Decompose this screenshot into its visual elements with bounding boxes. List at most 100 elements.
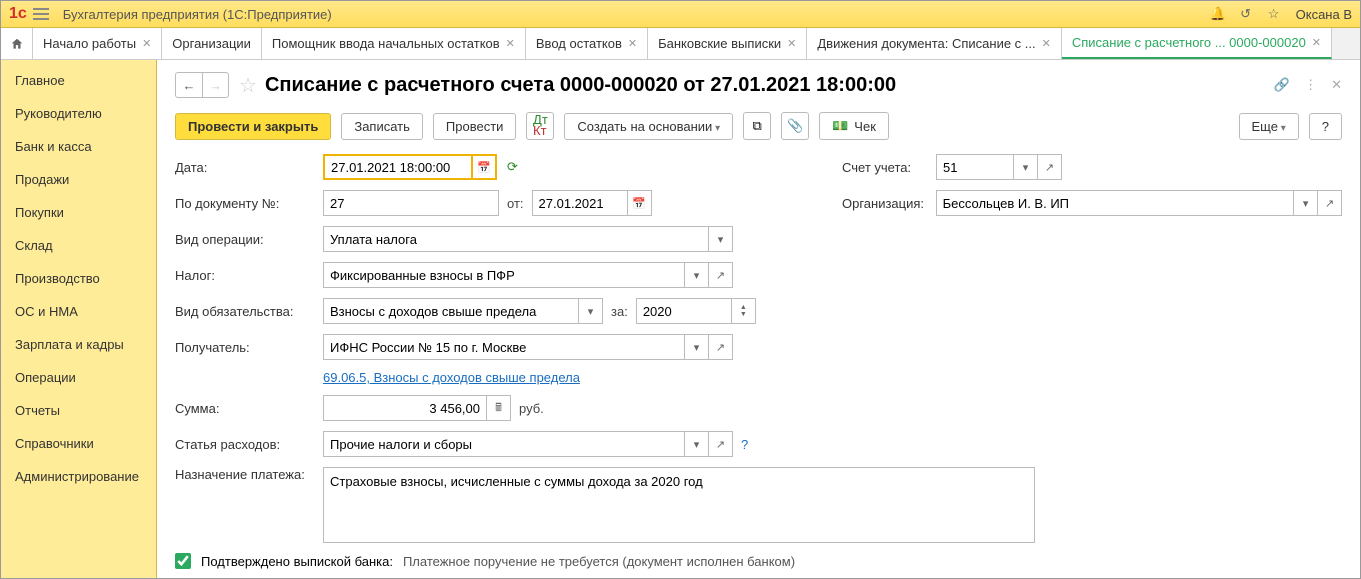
kbk-link[interactable]: 69.06.5, Взносы с доходов свыше предела	[323, 370, 580, 385]
chevron-down-icon[interactable]: ▾	[685, 262, 709, 288]
sidebar-item-purchases[interactable]: Покупки	[1, 196, 156, 229]
open-icon[interactable]: ↗	[709, 262, 733, 288]
page-title: Списание с расчетного счета 0000-000020 …	[265, 74, 1274, 97]
more-icon[interactable]: ⋮	[1304, 77, 1317, 93]
confirmed-label: Подтверждено выпиской банка:	[201, 554, 393, 569]
forward-button: →	[202, 73, 228, 97]
tab-strip: Начало работы✕ Организации Помощник ввод…	[1, 28, 1360, 60]
chevron-down-icon[interactable]: ▾	[685, 334, 709, 360]
burger-icon[interactable]	[33, 8, 49, 20]
purpose-label: Назначение платежа:	[175, 467, 323, 482]
sidebar-item-main[interactable]: Главное	[1, 64, 156, 97]
tab-writeoff[interactable]: Списание с расчетного ... 0000-000020✕	[1062, 28, 1332, 59]
tab-entry[interactable]: Ввод остатков✕	[526, 28, 648, 59]
ot-label: от:	[507, 196, 524, 211]
tab-orgs[interactable]: Организации	[162, 28, 262, 59]
confirmed-checkbox[interactable]	[175, 553, 191, 569]
obligation-field[interactable]	[323, 298, 579, 324]
sidebar-item-salary[interactable]: Зарплата и кадры	[1, 328, 156, 361]
optype-label: Вид операции:	[175, 232, 323, 247]
sidebar-item-manager[interactable]: Руководителю	[1, 97, 156, 130]
date-field[interactable]	[323, 154, 473, 180]
favorite-icon[interactable]: ☆	[239, 73, 257, 98]
tab-start[interactable]: Начало работы✕	[33, 28, 162, 59]
open-icon[interactable]: ↗	[1318, 190, 1342, 216]
cheque-button[interactable]: 💵Чек	[819, 112, 889, 140]
history-icon[interactable]: ↺	[1236, 4, 1256, 24]
post-button[interactable]: Провести	[433, 113, 517, 140]
app-logo: 1c	[9, 5, 27, 23]
chevron-down-icon[interactable]: ▾	[1014, 154, 1038, 180]
star-icon[interactable]: ☆	[1264, 4, 1284, 24]
chevron-down-icon[interactable]: ▾	[579, 298, 603, 324]
docnum-label: По документу №:	[175, 196, 323, 211]
docnum-field[interactable]	[323, 190, 499, 216]
nopayment-text: Платежное поручение не требуется (докуме…	[403, 554, 795, 569]
recipient-label: Получатель:	[175, 340, 323, 355]
year-field[interactable]	[636, 298, 732, 324]
tab-bank[interactable]: Банковские выписки✕	[648, 28, 807, 59]
sidebar-item-bank[interactable]: Банк и касса	[1, 130, 156, 163]
recipient-field[interactable]	[323, 334, 685, 360]
sidebar-item-ops[interactable]: Операции	[1, 361, 156, 394]
account-field[interactable]	[936, 154, 1014, 180]
sidebar-item-admin[interactable]: Администрирование	[1, 460, 156, 493]
sidebar-item-sales[interactable]: Продажи	[1, 163, 156, 196]
calc-icon[interactable]: 🖩	[487, 395, 511, 421]
obligation-label: Вид обязательства:	[175, 304, 323, 319]
org-label: Организация:	[842, 196, 936, 211]
open-icon[interactable]: ↗	[709, 431, 733, 457]
docdate-field[interactable]	[532, 190, 628, 216]
link-icon[interactable]: 🔗	[1274, 77, 1290, 93]
bell-icon[interactable]: 🔔	[1208, 4, 1228, 24]
calendar-icon[interactable]: 📅	[628, 190, 652, 216]
spinner-icon[interactable]: ▲▼	[732, 298, 756, 324]
write-button[interactable]: Записать	[341, 113, 423, 140]
close-icon[interactable]: ✕	[506, 37, 515, 50]
za-label: за:	[611, 304, 628, 319]
close-icon[interactable]: ✕	[628, 37, 637, 50]
sum-field[interactable]	[323, 395, 487, 421]
structure-icon[interactable]: ⧉	[743, 112, 771, 140]
user-name[interactable]: Оксана В	[1296, 7, 1352, 22]
org-field[interactable]	[936, 190, 1295, 216]
more-button[interactable]: Еще	[1239, 113, 1299, 140]
dtkt-button[interactable]: ДтКт	[526, 112, 554, 140]
tab-moves[interactable]: Движения документа: Списание с ...✕	[807, 28, 1061, 59]
sidebar-item-prod[interactable]: Производство	[1, 262, 156, 295]
tab-wizard[interactable]: Помощник ввода начальных остатков✕	[262, 28, 526, 59]
open-icon[interactable]: ↗	[709, 334, 733, 360]
help-icon[interactable]: ?	[741, 437, 748, 452]
date-label: Дата:	[175, 160, 323, 175]
optype-field[interactable]	[323, 226, 709, 252]
window-title: Бухгалтерия предприятия (1С:Предприятие)	[63, 7, 1204, 22]
rub-label: руб.	[519, 401, 544, 416]
home-tab[interactable]	[1, 28, 33, 59]
open-icon[interactable]: ↗	[1038, 154, 1062, 180]
tax-label: Налог:	[175, 268, 323, 283]
refresh-icon[interactable]: ⟳	[507, 159, 518, 175]
close-icon[interactable]: ✕	[787, 37, 796, 50]
chevron-down-icon[interactable]: ▾	[685, 431, 709, 457]
back-button[interactable]: ←	[176, 73, 202, 97]
close-icon[interactable]: ✕	[1312, 36, 1321, 49]
expense-field[interactable]	[323, 431, 685, 457]
close-icon[interactable]: ✕	[1042, 37, 1051, 50]
close-icon[interactable]: ✕	[142, 37, 151, 50]
sidebar-item-reports[interactable]: Отчеты	[1, 394, 156, 427]
chevron-down-icon[interactable]: ▾	[709, 226, 733, 252]
sidebar-item-dicts[interactable]: Справочники	[1, 427, 156, 460]
help-button[interactable]: ?	[1309, 113, 1342, 140]
close-icon[interactable]: ✕	[1331, 77, 1342, 93]
purpose-field[interactable]	[323, 467, 1035, 543]
sidebar-item-stock[interactable]: Склад	[1, 229, 156, 262]
post-and-close-button[interactable]: Провести и закрыть	[175, 113, 331, 140]
sum-label: Сумма:	[175, 401, 323, 416]
chevron-down-icon[interactable]: ▾	[1294, 190, 1318, 216]
attach-icon[interactable]: 📎	[781, 112, 809, 140]
create-based-button[interactable]: Создать на основании	[564, 113, 733, 140]
calendar-icon[interactable]: 📅	[473, 154, 497, 180]
sidebar: Главное Руководителю Банк и касса Продаж…	[1, 60, 157, 578]
tax-field[interactable]	[323, 262, 685, 288]
sidebar-item-assets[interactable]: ОС и НМА	[1, 295, 156, 328]
